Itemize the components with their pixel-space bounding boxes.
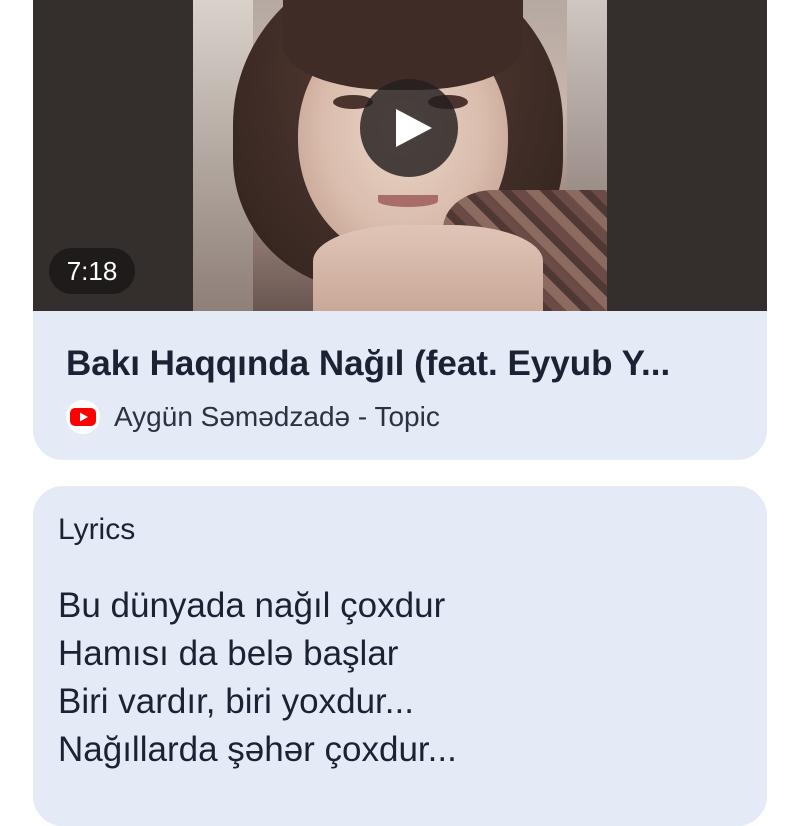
lyrics-line: Biri vardır, biri yoxdur...: [58, 682, 414, 721]
lyrics-line: Hamısı da belə başlar: [58, 634, 399, 673]
lyrics-line: Bu dünyada nağıl çoxdur: [58, 586, 446, 625]
channel-row[interactable]: Aygün Səmədzadə - Topic: [66, 395, 440, 439]
play-icon: [396, 109, 432, 147]
lyrics-heading: Lyrics: [58, 513, 136, 546]
video-thumbnail[interactable]: 7:18: [33, 0, 767, 311]
lyrics-lines: Bu dünyada nağıl çoxdur Hamısı da belə b…: [58, 582, 457, 774]
lyrics-card[interactable]: Lyrics Bu dünyada nağıl çoxdur Hamısı da…: [33, 486, 767, 826]
video-card[interactable]: 7:18 Bakı Haqqında Nağıl (feat. Eyyub Y.…: [33, 0, 767, 460]
play-button[interactable]: [360, 79, 458, 177]
channel-name[interactable]: Aygün Səmədzadə - Topic: [114, 401, 440, 433]
youtube-icon: [66, 400, 100, 434]
video-title[interactable]: Bakı Haqqında Nağıl (feat. Eyyub Y...: [66, 342, 746, 386]
lyrics-line: Nağıllarda şəhər çoxdur...: [58, 730, 457, 769]
duration-badge: 7:18: [49, 248, 135, 294]
